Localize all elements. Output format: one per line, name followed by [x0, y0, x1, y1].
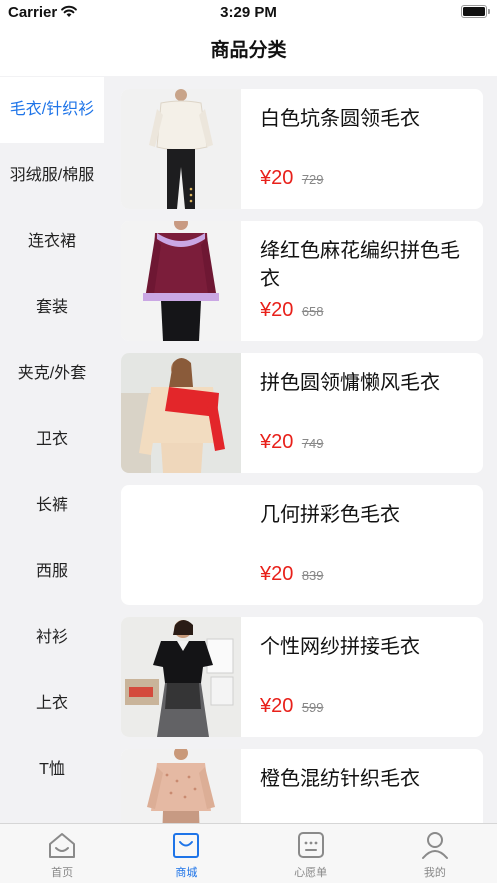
page-title: 商品分类 — [210, 40, 287, 61]
product-image — [121, 89, 241, 209]
category-sidebar: 毛衣/针织衫 羽绒服/棉服 连衣裙 套装 夹克/外套 卫衣 长裤 西服 衬衫 上… — [0, 77, 104, 823]
tab-home[interactable]: 首页 — [0, 824, 124, 883]
category-item-shirt[interactable]: 衬衫 — [0, 605, 104, 671]
product-original-price: 839 — [301, 568, 324, 583]
tab-shop[interactable]: 商城 — [124, 824, 248, 883]
category-item-top[interactable]: 上衣 — [0, 671, 104, 737]
battery-icon — [461, 5, 490, 18]
product-original-price: 749 — [301, 436, 324, 451]
category-item-blazer[interactable]: 西服 — [0, 539, 104, 605]
product-card[interactable]: 白色坑条圆领毛衣 ¥20 729 — [121, 89, 483, 209]
product-original-price: 599 — [301, 700, 324, 715]
category-item-hoodie[interactable]: 卫衣 — [0, 407, 104, 473]
product-image — [121, 749, 241, 823]
category-item-suit-set[interactable]: 套装 — [0, 275, 104, 341]
product-card[interactable]: 个性网纱拼接毛衣 ¥20 599 — [121, 617, 483, 737]
category-item-jacket[interactable]: 夹克/外套 — [0, 341, 104, 407]
price-row: ¥20 599 — [260, 695, 324, 718]
product-image — [121, 485, 241, 605]
price-row: ¥20 658 — [260, 299, 324, 322]
product-image — [121, 617, 241, 737]
product-list: 白色坑条圆领毛衣 ¥20 729 绛红色麻花编织拼色毛衣 ¥20 658 拼色圆… — [104, 77, 497, 823]
product-price: ¥20 — [260, 695, 294, 717]
price-row: ¥20 729 — [260, 167, 324, 190]
category-item-sweater[interactable]: 毛衣/针织衫 — [0, 77, 104, 143]
home-icon — [49, 833, 76, 858]
tab-bar: 首页 商城 心愿单 我的 — [0, 823, 497, 883]
tab-label-profile: 我的 — [423, 867, 446, 879]
product-name: 橙色混纺针织毛衣 — [260, 768, 420, 790]
shop-bag-icon — [173, 833, 200, 858]
product-card[interactable]: 绛红色麻花编织拼色毛衣 ¥20 658 — [121, 221, 483, 341]
product-name: 白色坑条圆领毛衣 — [260, 108, 420, 130]
tab-label-wishlist: 心愿单 — [294, 867, 328, 879]
wishlist-icon — [297, 832, 324, 858]
tab-wishlist[interactable]: 心愿单 — [249, 824, 373, 883]
product-card[interactable]: 拼色圆领慵懒风毛衣 ¥20 749 — [121, 353, 483, 473]
product-card[interactable]: 橙色混纺针织毛衣 — [121, 749, 483, 823]
product-price: ¥20 — [260, 431, 294, 453]
tab-label-shop: 商城 — [175, 867, 198, 879]
price-row: ¥20 749 — [260, 431, 324, 454]
tab-label-home: 首页 — [51, 867, 74, 879]
product-price: ¥20 — [260, 167, 294, 189]
product-price: ¥20 — [260, 563, 294, 585]
product-name: 绛红色麻花编织拼色毛衣 — [260, 240, 460, 290]
category-item-trousers[interactable]: 长裤 — [0, 473, 104, 539]
product-name: 几何拼彩色毛衣 — [260, 504, 400, 526]
clock-label: 3:29 PM — [220, 4, 277, 21]
profile-icon — [421, 832, 448, 859]
category-item-dress[interactable]: 连衣裙 — [0, 209, 104, 275]
tab-profile[interactable]: 我的 — [373, 824, 497, 883]
product-original-price: 658 — [301, 304, 324, 319]
product-name: 拼色圆领慵懒风毛衣 — [260, 372, 440, 394]
product-name: 个性网纱拼接毛衣 — [260, 636, 420, 658]
product-original-price: 729 — [301, 172, 324, 187]
product-price: ¥20 — [260, 299, 294, 321]
category-item-down-jacket[interactable]: 羽绒服/棉服 — [0, 143, 104, 209]
category-item-tshirt[interactable]: T恤 — [0, 737, 104, 803]
product-card[interactable]: 几何拼彩色毛衣 ¥20 839 — [121, 485, 483, 605]
status-bar: Carrier 3:29 PM — [0, 0, 497, 26]
price-row: ¥20 839 — [260, 563, 324, 586]
navigation-bar: 商品分类 — [0, 26, 497, 76]
product-image — [121, 221, 241, 341]
product-image — [121, 353, 241, 473]
